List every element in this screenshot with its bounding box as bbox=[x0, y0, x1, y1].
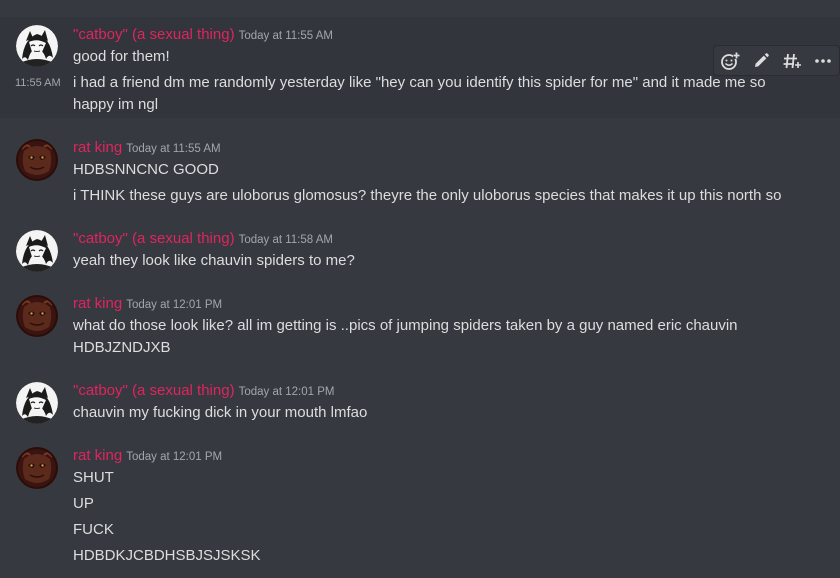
message-header: "catboy" (a sexual thing) Today at 11:55 … bbox=[73, 25, 333, 46]
timestamp: Today at 11:58 AM bbox=[238, 234, 333, 246]
message-side-timestamp: 11:55 AM bbox=[15, 77, 61, 89]
username[interactable]: "catboy" (a sexual thing) bbox=[73, 382, 235, 399]
message-text: yeah they look like chauvin spiders to m… bbox=[73, 252, 355, 269]
message-text: UP bbox=[73, 495, 94, 512]
message-header: rat king Today at 12:01 PM bbox=[73, 446, 222, 467]
message-text: HDBJZNDJXB bbox=[73, 339, 171, 356]
message-text: HDBDKJCBDHSBJSJSKSK bbox=[73, 547, 261, 564]
message-group[interactable]: rat king Today at 12:01 PM SHUT UP FUCK H… bbox=[0, 439, 840, 578]
catboy-avatar-image bbox=[16, 382, 58, 424]
catboy-avatar-image bbox=[16, 25, 58, 67]
chat-messages: "catboy" (a sexual thing) Today at 11:55 … bbox=[0, 0, 840, 578]
message-text: HDBSNNCNC GOOD bbox=[73, 161, 219, 178]
avatar[interactable] bbox=[16, 230, 58, 272]
avatar[interactable] bbox=[16, 295, 58, 337]
message-text: what do those look like? all im getting … bbox=[73, 317, 738, 334]
message-group[interactable]: "catboy" (a sexual thing) Today at 11:58 … bbox=[0, 222, 840, 280]
avatar[interactable] bbox=[16, 139, 58, 181]
timestamp: Today at 12:01 PM bbox=[126, 299, 223, 311]
rat-king-avatar-image bbox=[16, 139, 58, 181]
create-thread-icon bbox=[783, 53, 803, 69]
more-options-icon bbox=[815, 58, 832, 63]
message-group[interactable]: "catboy" (a sexual thing) Today at 12:01 … bbox=[0, 374, 840, 432]
avatar[interactable] bbox=[16, 447, 58, 489]
rat-king-avatar-image bbox=[16, 447, 58, 489]
message-header: "catboy" (a sexual thing) Today at 12:01 … bbox=[73, 381, 334, 402]
message-text: good for them! bbox=[73, 48, 170, 65]
edit-pencil-icon bbox=[754, 52, 769, 67]
username[interactable]: rat king bbox=[73, 447, 122, 464]
message-text: SHUT bbox=[73, 469, 114, 486]
message-text: chauvin my fucking dick in your mouth lm… bbox=[73, 404, 368, 421]
timestamp: Today at 12:01 PM bbox=[126, 451, 223, 463]
message-header: "catboy" (a sexual thing) Today at 11:58 … bbox=[73, 229, 333, 250]
message-text: i had a friend dm me randomly yesterday … bbox=[73, 74, 766, 113]
message-text: FUCK bbox=[73, 521, 114, 538]
timestamp: Today at 12:01 PM bbox=[238, 386, 335, 398]
username[interactable]: "catboy" (a sexual thing) bbox=[73, 26, 235, 43]
avatar[interactable] bbox=[16, 25, 58, 67]
timestamp: Today at 11:55 AM bbox=[126, 143, 221, 155]
avatar[interactable] bbox=[16, 382, 58, 424]
message-group[interactable]: rat king Today at 12:01 PM what do those … bbox=[0, 287, 840, 367]
username[interactable]: rat king bbox=[73, 295, 122, 312]
message-header: rat king Today at 11:55 AM bbox=[73, 138, 221, 159]
timestamp: Today at 11:55 AM bbox=[238, 30, 333, 42]
message-group[interactable]: rat king Today at 11:55 AM HDBSNNCNC GOOD… bbox=[0, 131, 840, 211]
catboy-avatar-image bbox=[16, 230, 58, 272]
rat-king-avatar-image bbox=[16, 295, 58, 337]
username[interactable]: rat king bbox=[73, 139, 122, 156]
message-header: rat king Today at 12:01 PM bbox=[73, 294, 222, 315]
message-actions-toolbar bbox=[713, 45, 840, 76]
edit-message-button[interactable] bbox=[745, 46, 776, 75]
create-thread-button[interactable] bbox=[777, 46, 808, 75]
username[interactable]: "catboy" (a sexual thing) bbox=[73, 230, 235, 247]
add-reaction-button[interactable] bbox=[714, 46, 745, 75]
message-text: i THINK these guys are uloborus glomosus… bbox=[73, 187, 782, 204]
more-options-button[interactable] bbox=[808, 46, 839, 75]
add-reaction-icon bbox=[720, 51, 740, 70]
